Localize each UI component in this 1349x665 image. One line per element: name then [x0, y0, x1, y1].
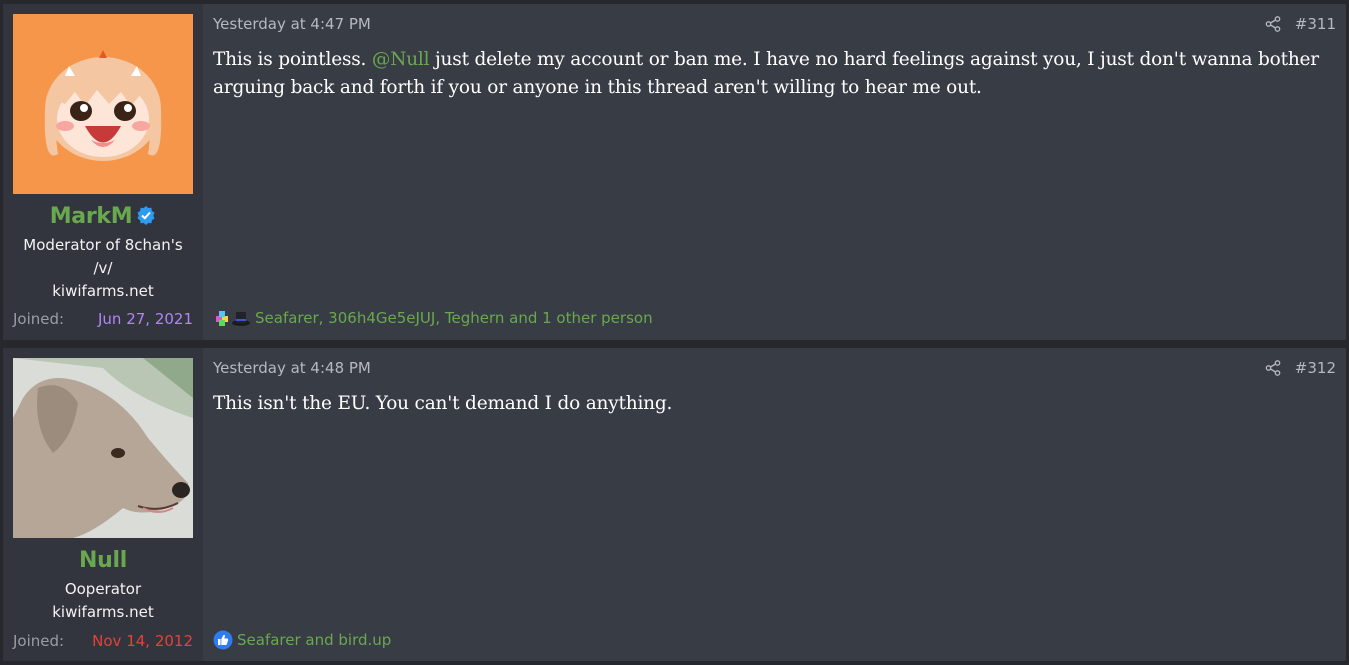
user-title-line1: Ooperator — [64, 580, 142, 598]
user-title-line2: /v/ — [93, 259, 113, 277]
user-info-panel: MarkM Moderator of 8chan's /v/ kiwifarms… — [3, 4, 203, 340]
username[interactable]: Null — [3, 548, 203, 573]
like-reaction-icon[interactable] — [213, 630, 233, 650]
joined-date: Jun 27, 2021 — [97, 310, 193, 328]
share-icon[interactable] — [1265, 360, 1281, 376]
share-icon[interactable] — [1265, 16, 1281, 32]
post-content: Yesterday at 4:48 PM #312 This isn't the… — [203, 348, 1346, 661]
reactions-list-link[interactable]: Seafarer, 306h4Ge5eJUJ, Teghern and 1 ot… — [255, 309, 653, 327]
post-meta-actions: #312 — [1265, 359, 1336, 377]
reactions-bar: Seafarer, 306h4Ge5eJUJ, Teghern and 1 ot… — [213, 308, 653, 328]
user-title: Ooperator kiwifarms.net — [3, 578, 203, 624]
post-message: This isn't the EU. You can't demand I do… — [213, 390, 1326, 418]
message-text: This is pointless. — [213, 49, 372, 70]
post-number-link[interactable]: #312 — [1295, 359, 1336, 377]
post-312: Null Ooperator kiwifarms.net Joined: Nov… — [3, 348, 1346, 661]
reactions-list-link[interactable]: Seafarer and bird.up — [237, 631, 391, 649]
post-date[interactable]: Yesterday at 4:47 PM — [213, 15, 371, 33]
reactions-bar: Seafarer and bird.up — [213, 630, 391, 650]
user-title: Moderator of 8chan's /v/ kiwifarms.net — [3, 234, 203, 303]
user-site: kiwifarms.net — [52, 603, 154, 621]
post-message: This is pointless. @Null just delete my … — [213, 46, 1326, 102]
joined-row: Joined: Nov 14, 2012 — [13, 632, 193, 650]
post-311: MarkM Moderator of 8chan's /v/ kiwifarms… — [3, 4, 1346, 340]
message-text: This isn't the EU. You can't demand I do… — [213, 393, 673, 414]
user-title-line1: Moderator of 8chan's — [23, 236, 183, 254]
puzzle-reaction-icon[interactable] — [213, 308, 233, 328]
user-site: kiwifarms.net — [52, 282, 154, 300]
joined-label: Joined: — [13, 310, 65, 328]
username[interactable]: MarkM — [3, 204, 203, 229]
verified-badge-icon — [137, 206, 155, 225]
post-meta-actions: #311 — [1265, 15, 1336, 33]
user-mention-link[interactable]: @Null — [372, 49, 430, 70]
username-text[interactable]: MarkM — [50, 204, 133, 229]
post-date[interactable]: Yesterday at 4:48 PM — [213, 359, 371, 377]
joined-date: Nov 14, 2012 — [92, 632, 193, 650]
username-text[interactable]: Null — [79, 548, 127, 573]
hat-reaction-icon[interactable] — [231, 308, 251, 328]
avatar[interactable] — [13, 14, 193, 194]
post-number-link[interactable]: #311 — [1295, 15, 1336, 33]
avatar[interactable] — [13, 358, 193, 538]
joined-label: Joined: — [13, 632, 65, 650]
joined-row: Joined: Jun 27, 2021 — [13, 310, 193, 328]
post-content: Yesterday at 4:47 PM #311 This is pointl… — [203, 4, 1346, 340]
user-info-panel: Null Ooperator kiwifarms.net Joined: Nov… — [3, 348, 203, 661]
